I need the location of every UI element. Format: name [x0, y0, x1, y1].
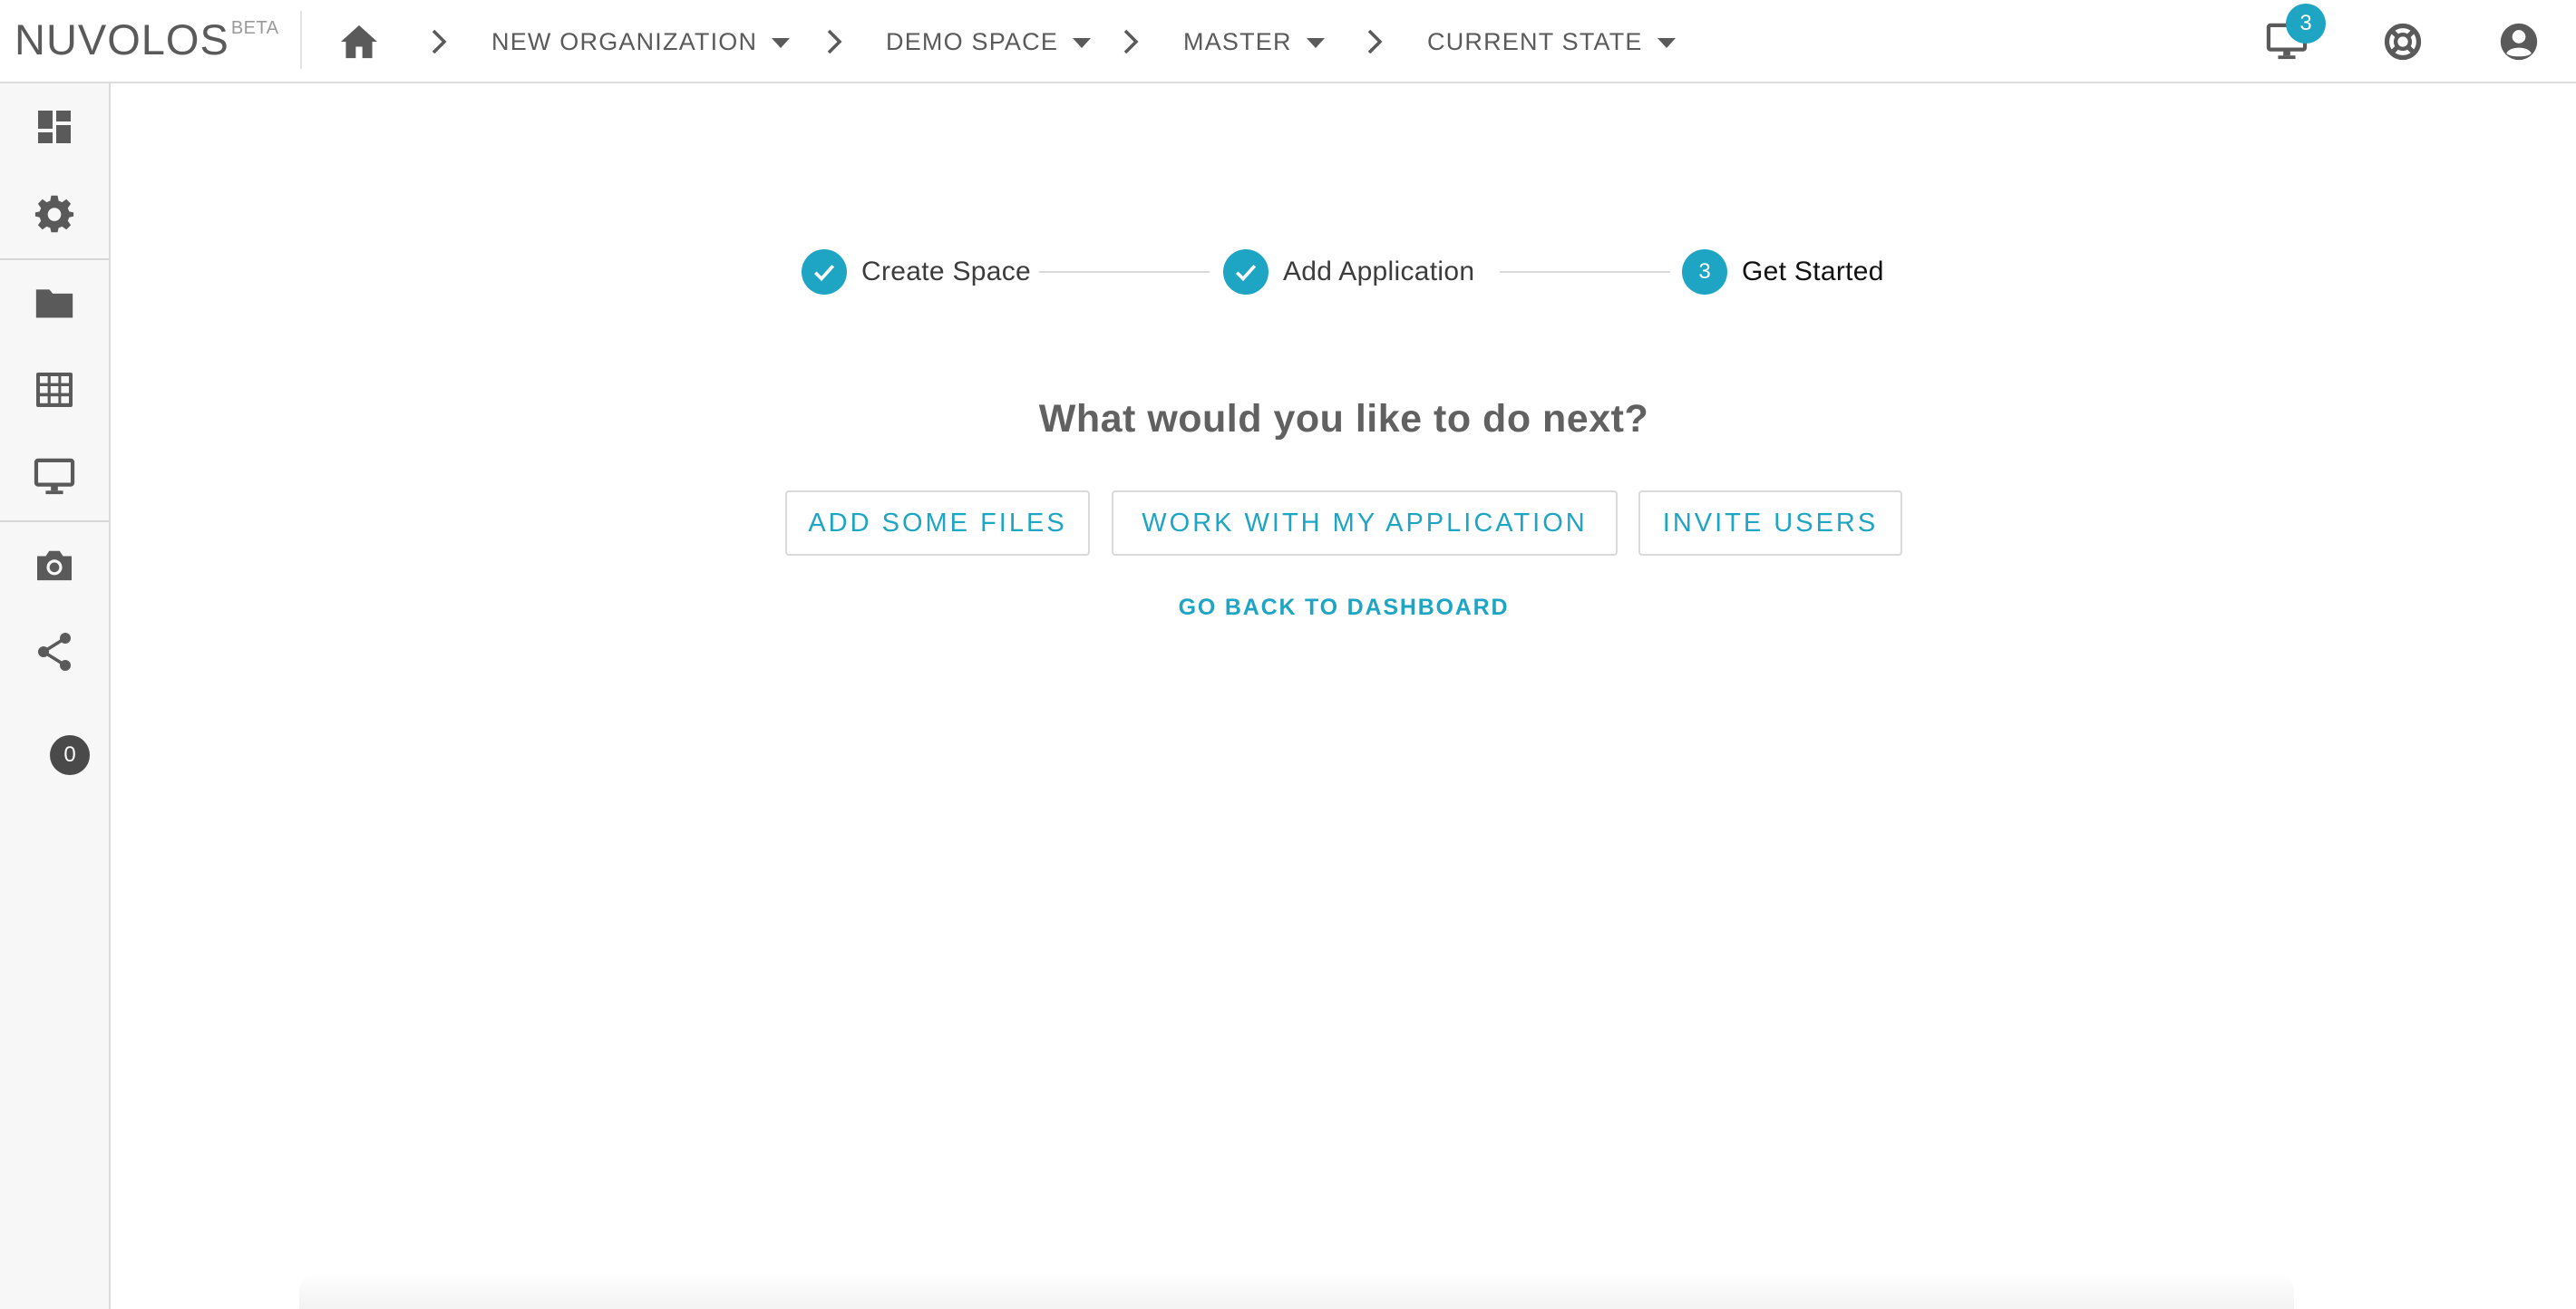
breadcrumb-label: MASTER [1183, 27, 1292, 55]
invite-users-button[interactable]: INVITE USERS [1638, 490, 1902, 556]
chevron-right-icon [816, 24, 852, 60]
chevron-right-icon [421, 24, 457, 60]
lifebuoy-icon[interactable] [2377, 16, 2428, 67]
breadcrumb-label: NEW ORGANIZATION [491, 27, 758, 55]
bottom-panel-shadow [299, 1273, 2294, 1309]
sidebar-item-snapshots[interactable] [0, 521, 109, 608]
breadcrumb-instance[interactable]: MASTER [1183, 20, 1325, 63]
caret-down-icon [1073, 38, 1092, 48]
check-icon [1223, 249, 1269, 295]
gear-icon [34, 195, 74, 233]
app-logo[interactable]: NUVOLOS BETA [15, 13, 279, 67]
step-label: Get Started [1742, 257, 1884, 286]
top-bar: NUVOLOS BETA NEW ORGANIZATION DEMO SPACE… [0, 0, 2576, 83]
sidebar-item-dashboard[interactable] [0, 83, 109, 170]
notification-badge: 3 [2286, 4, 2326, 44]
camera-icon [37, 550, 72, 581]
breadcrumb-label: CURRENT STATE [1427, 27, 1643, 55]
sidebar-item-settings[interactable] [0, 170, 109, 257]
beta-label: BETA [230, 18, 279, 38]
sidebar: 0 [0, 83, 111, 1309]
account-icon[interactable] [2493, 16, 2544, 67]
caret-down-icon [1657, 38, 1676, 48]
sidebar-item-files[interactable] [0, 259, 109, 346]
step-number: 3 [1682, 249, 1727, 295]
breadcrumb-label: DEMO SPACE [886, 27, 1059, 55]
share-icon [38, 633, 71, 671]
check-icon [802, 249, 847, 295]
step-label: Add Application [1283, 257, 1475, 286]
caret-down-icon [1306, 38, 1325, 48]
work-with-application-button[interactable]: WORK WITH MY APPLICATION [1112, 490, 1618, 556]
sidebar-item-distribute[interactable] [0, 608, 109, 695]
step-label: Create Space [861, 257, 1032, 286]
share-count-badge: 0 [50, 735, 90, 775]
breadcrumb-organization[interactable]: NEW ORGANIZATION [491, 20, 791, 63]
dashboard-icon [38, 111, 71, 143]
logo-text: NUVOLOS [15, 15, 229, 63]
step-add-application: Add Application [1223, 247, 1474, 297]
caret-down-icon [772, 38, 791, 48]
step-get-started: 3 Get Started [1682, 247, 1884, 297]
home-icon[interactable] [337, 20, 381, 63]
breadcrumb-space[interactable]: DEMO SPACE [886, 20, 1092, 63]
page-question: What would you like to do next? [1038, 397, 1649, 441]
breadcrumb-snapshot[interactable]: CURRENT STATE [1427, 20, 1676, 63]
add-files-button[interactable]: ADD SOME FILES [785, 490, 1090, 556]
chevron-right-icon [1113, 24, 1149, 60]
step-connector [1500, 271, 1670, 273]
logo-divider [300, 11, 302, 69]
folder-icon [35, 289, 73, 318]
sidebar-item-applications[interactable] [0, 433, 109, 520]
step-create-space: Create Space [802, 247, 1031, 297]
step-connector [1039, 271, 1210, 273]
chevron-right-icon [1356, 24, 1393, 60]
desktop-icon [34, 458, 75, 495]
back-to-dashboard-link[interactable]: GO BACK TO DASHBOARD [1142, 595, 1545, 621]
